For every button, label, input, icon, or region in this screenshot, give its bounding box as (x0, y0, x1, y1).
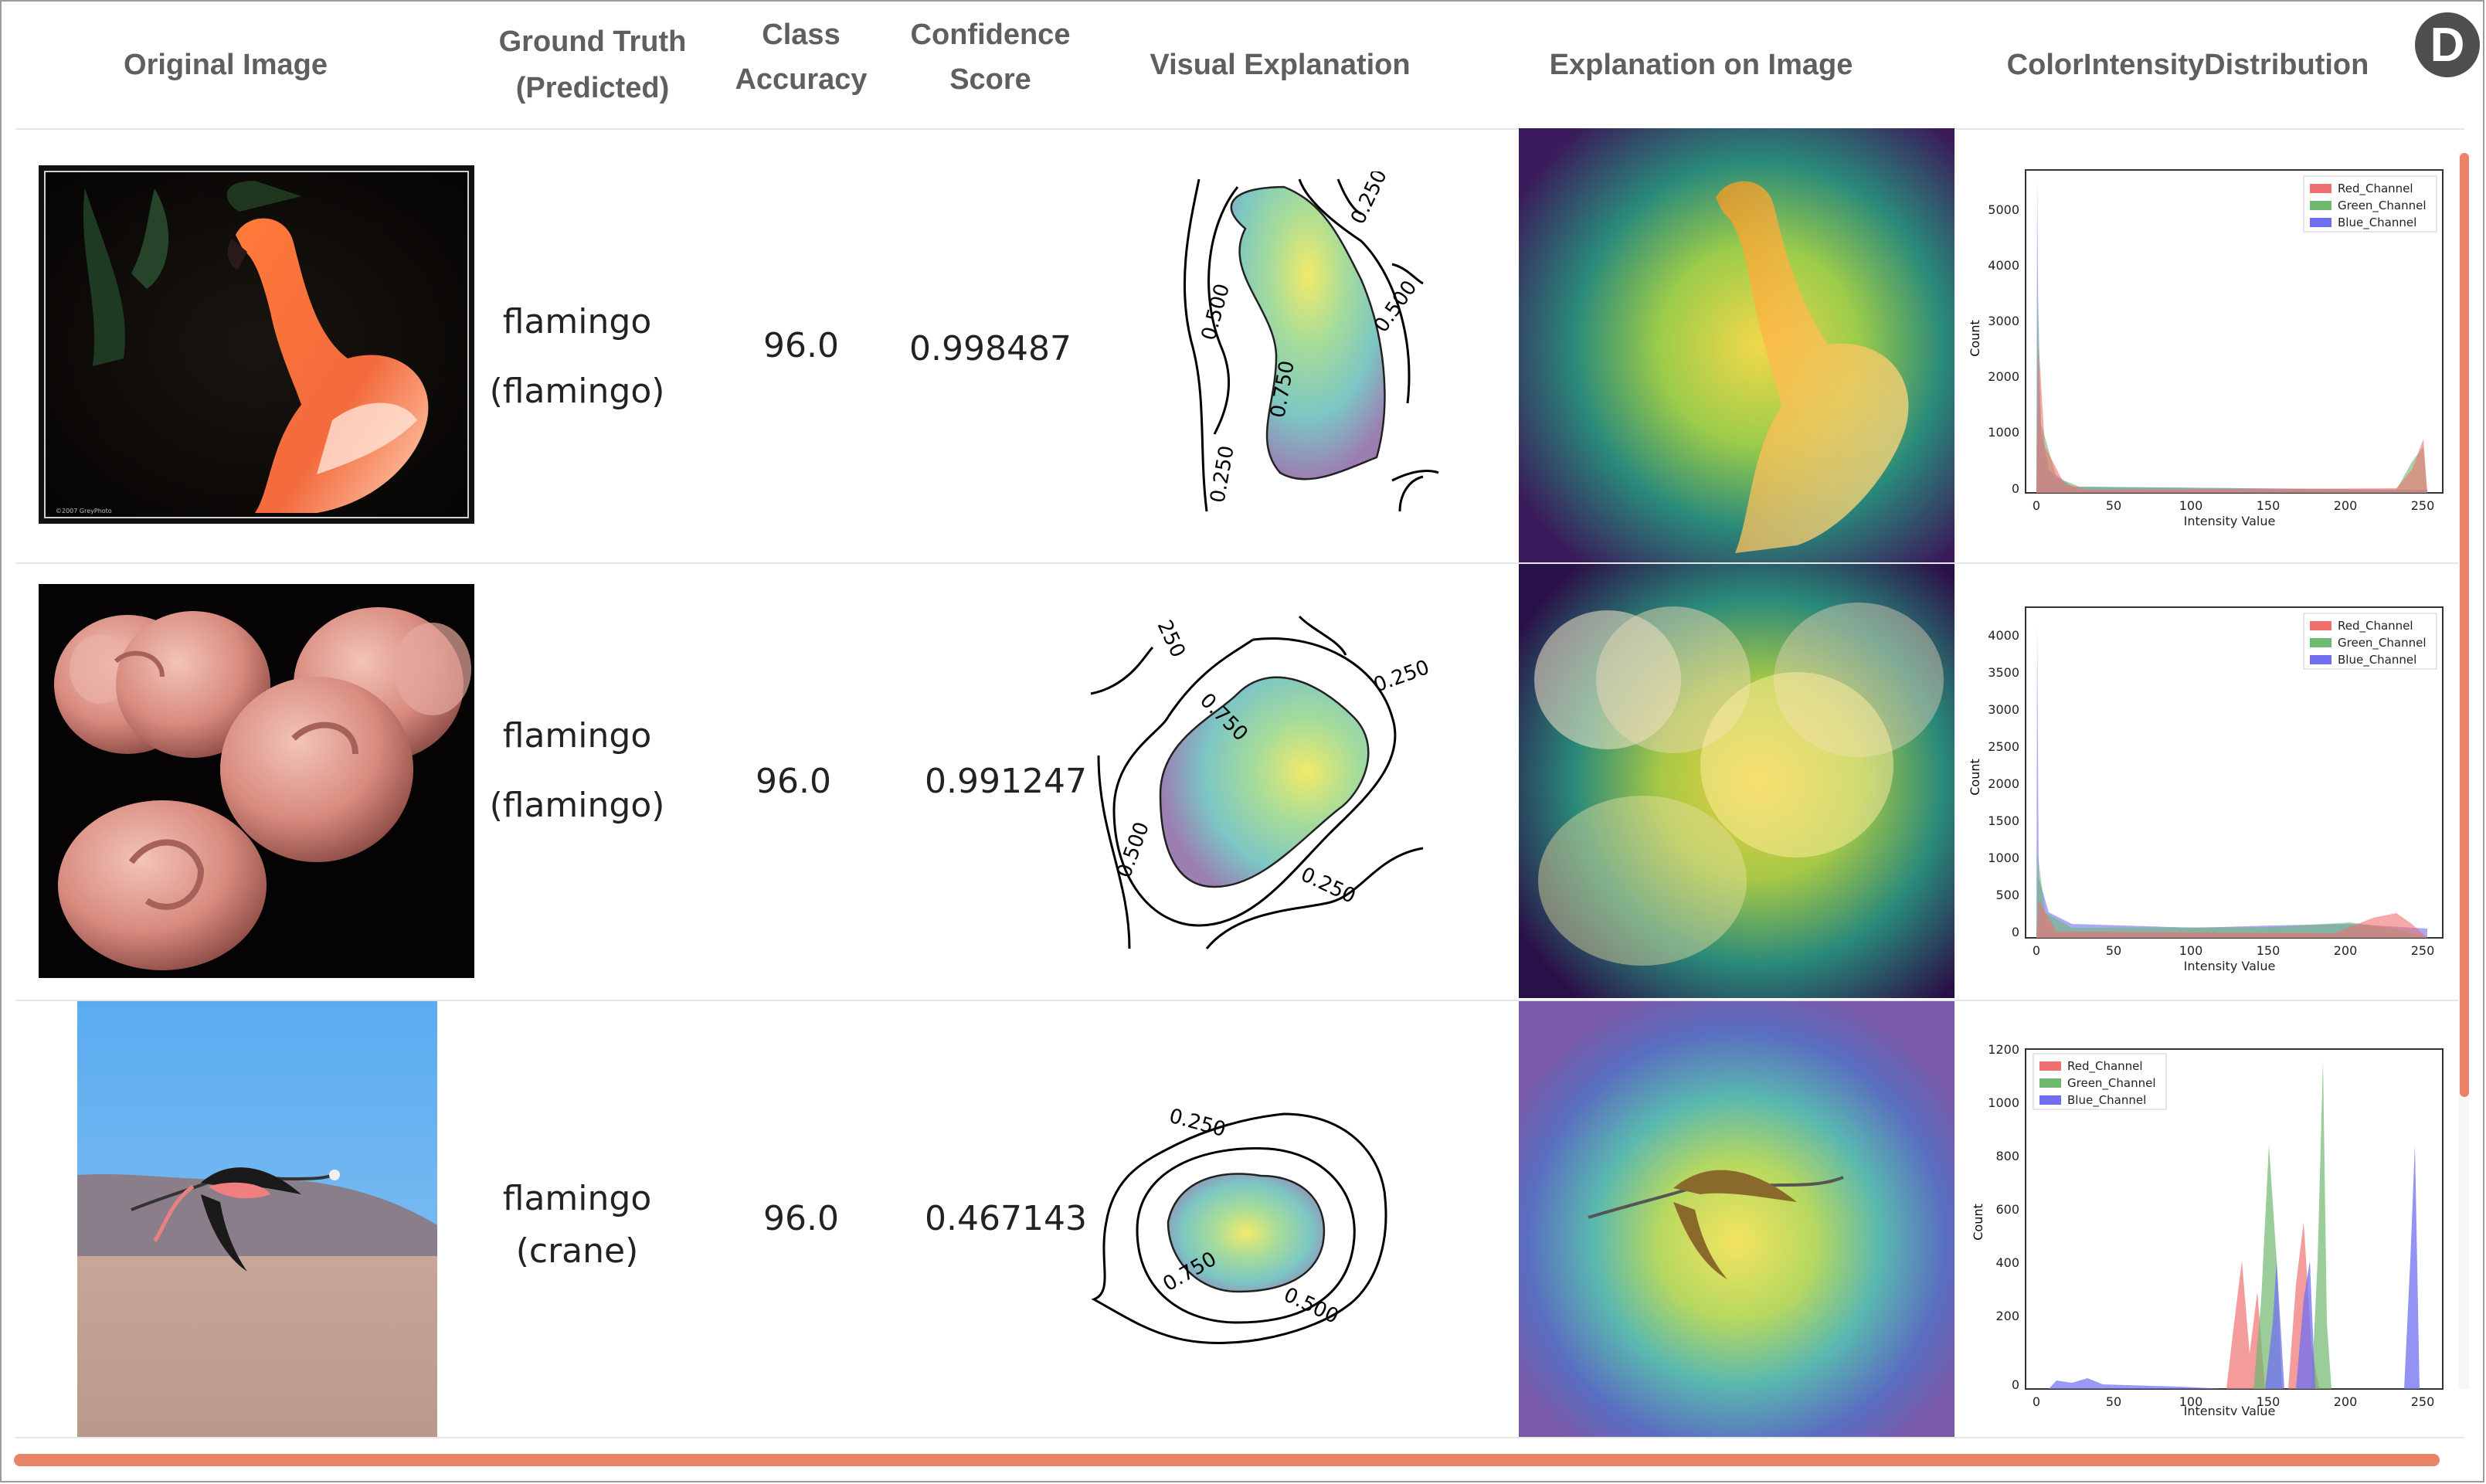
histogram-1: 5000 4000 3000 2000 1000 0 0 50 100 150 … (1964, 153, 2458, 539)
badge: D (2415, 12, 2480, 77)
svg-text:50: 50 (2106, 1394, 2121, 1409)
svg-text:4000: 4000 (1988, 628, 2019, 643)
svg-text:50: 50 (2106, 943, 2121, 958)
svg-text:Intensity Value: Intensity Value (2184, 514, 2276, 528)
class-accuracy-cell: 96.0 (756, 762, 831, 801)
svg-text:600: 600 (1995, 1202, 2019, 1217)
svg-text:0: 0 (2033, 498, 2040, 513)
header-color-intensity: ColorIntensityDistribution (2006, 49, 2369, 81)
svg-text:4000: 4000 (1988, 258, 2019, 273)
svg-text:1000: 1000 (1988, 1095, 2019, 1110)
svg-text:800: 800 (1995, 1149, 2019, 1163)
confidence-cell: 0.998487 (909, 329, 1071, 368)
ground-truth-cell: flamingo (flamingo) (489, 302, 665, 411)
svg-text:Blue_Channel: Blue_Channel (2067, 1093, 2146, 1108)
svg-text:250: 250 (2411, 498, 2435, 513)
visual-explanation-2: 250 0.250 0.750 0.500 0.250 (1083, 601, 1454, 956)
header-explanation-on-image: Explanation on Image (1549, 49, 1853, 81)
svg-text:Red_Channel: Red_Channel (2338, 182, 2413, 196)
header-original-image: Original Image (124, 49, 328, 81)
svg-text:3500: 3500 (1988, 665, 2019, 680)
svg-text:400: 400 (1995, 1255, 2019, 1270)
original-image-flamingo-3 (77, 1001, 437, 1437)
svg-text:0: 0 (2033, 943, 2040, 958)
confidence-cell: 0.467143 (925, 1199, 1087, 1238)
ground-truth-cell: flamingo (flamingo) (489, 716, 665, 825)
explanation-overlay-2 (1519, 564, 1954, 998)
svg-text:200: 200 (2334, 498, 2358, 513)
svg-text:3000: 3000 (1988, 314, 2019, 328)
explanation-overlay-3 (1519, 1001, 1954, 1437)
header-confidence-score: Confidence Score (910, 19, 1071, 96)
svg-text:©2007 GreyPhoto: ©2007 GreyPhoto (56, 508, 112, 514)
svg-text:0: 0 (2033, 1394, 2040, 1409)
svg-text:0: 0 (2012, 925, 2019, 939)
svg-text:0: 0 (2012, 481, 2019, 496)
svg-text:150: 150 (2257, 498, 2281, 513)
vertical-scrollbar-thumb[interactable] (2460, 153, 2469, 1097)
svg-text:Blue_Channel: Blue_Channel (2338, 653, 2416, 667)
ground-truth-cell: flamingo (crane) (502, 1179, 652, 1271)
class-accuracy-cell: 96.0 (763, 1199, 839, 1238)
original-image-flamingo-2 (39, 584, 474, 978)
svg-text:0.500: 0.500 (1197, 281, 1235, 343)
svg-text:0: 0 (2012, 1377, 2019, 1392)
svg-text:Intensity Value: Intensity Value (2184, 1404, 2276, 1415)
visual-explanation-3: 0.250 0.750 0.500 (1083, 1099, 1408, 1361)
original-image-flamingo-1: ©2007 GreyPhoto (39, 165, 474, 524)
svg-text:1000: 1000 (1988, 425, 2019, 440)
header-class-accuracy: Class Accuracy (735, 19, 868, 96)
svg-text:Count: Count (1971, 1204, 1985, 1241)
class-accuracy-cell: 96.0 (763, 326, 839, 365)
horizontal-scrollbar[interactable] (14, 1454, 2440, 1466)
svg-text:200: 200 (2334, 943, 2358, 958)
svg-text:3000: 3000 (1988, 702, 2019, 717)
header-visual-explanation: Visual Explanation (1150, 49, 1411, 81)
histogram-3: 1200 1000 800 600 400 200 0 0 50 100 150… (1948, 1029, 2458, 1415)
svg-text:Count: Count (1968, 320, 1982, 357)
svg-text:2000: 2000 (1988, 776, 2019, 791)
svg-text:2000: 2000 (1988, 369, 2019, 384)
svg-text:0.250: 0.250 (1370, 656, 1432, 698)
svg-text:Intensity Value: Intensity Value (2184, 959, 2276, 973)
svg-text:500: 500 (1995, 888, 2019, 902)
header-ground-truth: Ground Truth (Predicted) (498, 25, 687, 104)
explanation-overlay-1 (1519, 128, 1954, 562)
svg-text:Green_Channel: Green_Channel (2338, 199, 2427, 213)
svg-text:0.250: 0.250 (1347, 171, 1392, 228)
confidence-cell: 0.991247 (925, 762, 1087, 801)
svg-text:100: 100 (2179, 943, 2203, 958)
svg-text:50: 50 (2106, 498, 2121, 513)
svg-text:0.500: 0.500 (1370, 277, 1421, 337)
svg-text:Red_Channel: Red_Channel (2338, 619, 2413, 633)
svg-text:250: 250 (2411, 1394, 2435, 1409)
svg-text:0.250: 0.250 (1206, 444, 1238, 505)
svg-text:0.250: 0.250 (1297, 863, 1359, 908)
svg-text:Blue_Channel: Blue_Channel (2338, 216, 2416, 230)
row-divider (15, 128, 2464, 130)
svg-text:2500: 2500 (1988, 739, 2019, 754)
svg-text:250: 250 (1153, 616, 1190, 661)
svg-text:150: 150 (2257, 943, 2281, 958)
row-divider (15, 562, 2464, 564)
visual-explanation-1: 0.250 0.500 0.500 0.750 0.250 (1160, 171, 1454, 519)
svg-text:5000: 5000 (1988, 202, 2019, 217)
svg-text:100: 100 (2179, 498, 2203, 513)
svg-text:1500: 1500 (1988, 813, 2019, 828)
row-divider (15, 1437, 2464, 1438)
svg-text:1000: 1000 (1988, 851, 2019, 865)
svg-text:200: 200 (2334, 1394, 2358, 1409)
svg-text:250: 250 (2411, 943, 2435, 958)
svg-text:200: 200 (1995, 1309, 2019, 1323)
svg-text:Red_Channel: Red_Channel (2067, 1059, 2143, 1074)
svg-text:1200: 1200 (1988, 1042, 2019, 1057)
svg-text:Green_Channel: Green_Channel (2067, 1076, 2156, 1091)
histogram-2: 4000 3500 3000 2500 2000 1500 1000 500 0… (1964, 599, 2458, 986)
svg-text:Green_Channel: Green_Channel (2338, 636, 2427, 650)
svg-text:Count: Count (1968, 759, 1982, 796)
results-table: Original Image Ground Truth (Predicted) C… (0, 0, 2484, 1482)
